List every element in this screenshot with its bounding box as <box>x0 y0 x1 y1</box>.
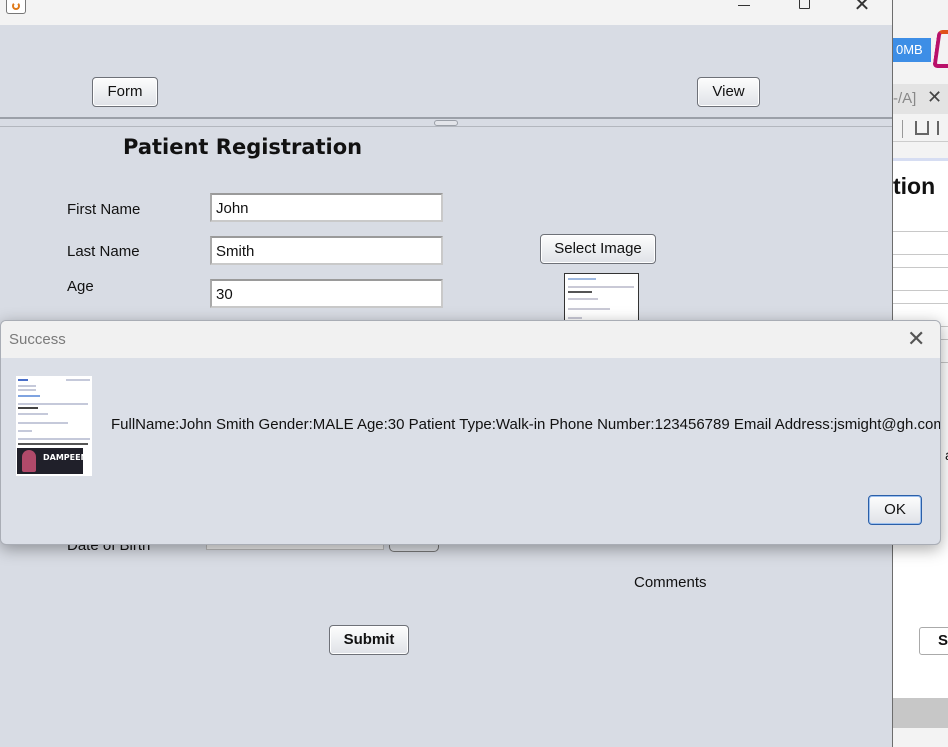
ok-button[interactable]: OK <box>868 495 922 525</box>
photo-caption: DAMPEEN <box>43 453 88 462</box>
minimize-icon <box>738 5 750 6</box>
app-logo-icon <box>932 30 948 68</box>
image-photo-region: DAMPEEN <box>17 448 87 474</box>
align-left-icon[interactable] <box>937 121 947 135</box>
view-button[interactable]: View <box>697 77 760 107</box>
window-titlebar: ✕ <box>0 0 892 25</box>
background-statusbar <box>893 698 948 728</box>
background-field <box>893 267 948 291</box>
age-field[interactable]: 30 <box>210 279 443 308</box>
toolbar-separator <box>902 120 903 138</box>
background-heading: tion <box>893 173 936 199</box>
window-close-button[interactable]: ✕ <box>840 0 884 20</box>
comments-label: Comments <box>634 574 707 591</box>
maximize-icon <box>798 0 810 9</box>
select-image-button[interactable]: Select Image <box>540 234 656 264</box>
memory-indicator: 0MB <box>893 38 931 62</box>
first-name-field[interactable]: John <box>210 193 443 222</box>
success-dialog: Success ✕ DAMPEEN FullName:John Smith Ge… <box>0 320 941 545</box>
dialog-title: Success <box>9 331 66 348</box>
submit-button[interactable]: Submit <box>329 625 409 655</box>
background-field <box>893 231 948 255</box>
patient-image-thumbnail <box>564 273 639 323</box>
maximize-button[interactable] <box>782 0 826 20</box>
page-title: Patient Registration <box>123 135 363 159</box>
dialog-close-icon[interactable]: ✕ <box>907 326 925 352</box>
last-name-label: Last Name <box>67 243 140 260</box>
dialog-message: FullName:John Smith Gender:MALE Age:30 P… <box>111 416 941 433</box>
background-tab-label: -/A] <box>893 90 917 107</box>
background-button[interactable]: S <box>919 627 948 655</box>
split-pane-divider <box>0 126 892 127</box>
java-app-icon <box>6 0 26 14</box>
close-icon[interactable]: ✕ <box>927 87 942 108</box>
patient-image-preview: DAMPEEN <box>16 376 92 476</box>
background-toolbar <box>893 116 948 142</box>
split-pane-divider <box>0 117 892 119</box>
first-name-label: First Name <box>67 201 141 218</box>
dialog-titlebar: Success ✕ <box>1 321 940 358</box>
last-name-field[interactable]: Smith <box>210 236 443 265</box>
align-icon[interactable] <box>915 121 929 135</box>
person-figure-icon <box>22 450 36 472</box>
age-label: Age <box>67 278 94 295</box>
background-tab[interactable]: -/A] ✕ <box>893 84 948 114</box>
minimize-button[interactable] <box>722 0 766 20</box>
form-button[interactable]: Form <box>92 77 158 107</box>
